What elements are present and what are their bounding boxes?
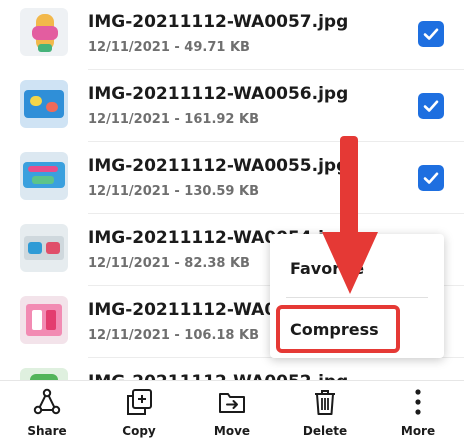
bottom-toolbar: Share Copy Move Delete More (0, 380, 464, 446)
file-meta: 12/11/2021 - 130.59 KB (88, 184, 259, 199)
list-item[interactable]: IMG-20211112-WA0056.jpg 12/11/2021 - 161… (0, 72, 464, 142)
checkbox-checked[interactable] (418, 93, 444, 119)
list-item[interactable]: IMG-20211112-WA0055.jpg 12/11/2021 - 130… (0, 144, 464, 214)
delete-label: Delete (302, 424, 348, 438)
more-label: More (400, 424, 436, 438)
divider (88, 141, 464, 142)
share-icon (33, 388, 61, 415)
image-thumbnail (20, 8, 68, 56)
list-item[interactable]: IMG-20211112-WA0052.jpg (0, 360, 464, 380)
move-button[interactable]: Move (192, 387, 272, 443)
move-label: Move (213, 424, 251, 438)
image-thumbnail (20, 296, 68, 344)
more-vertical-icon (415, 389, 421, 415)
copy-button[interactable]: Copy (99, 387, 179, 443)
copy-label: Copy (122, 424, 156, 438)
trash-icon (315, 390, 335, 415)
image-thumbnail (20, 368, 68, 380)
copy-icon (127, 389, 152, 415)
divider (88, 213, 464, 214)
image-thumbnail (20, 152, 68, 200)
file-meta: 12/11/2021 - 161.92 KB (88, 112, 259, 127)
image-thumbnail (20, 80, 68, 128)
image-thumbnail (20, 224, 68, 272)
file-name: IMG-20211112-WA0056.jpg (88, 84, 349, 104)
delete-button[interactable]: Delete (285, 387, 365, 443)
file-name: IMG-20211112-WA0057.jpg (88, 12, 349, 32)
share-label: Share (27, 424, 67, 438)
more-button[interactable]: More (378, 387, 458, 443)
list-item[interactable]: IMG-20211112-WA0057.jpg 12/11/2021 - 49.… (0, 0, 464, 70)
annotation-arrow-icon (322, 136, 378, 294)
checkmark-icon (423, 28, 439, 40)
move-folder-icon (219, 393, 245, 413)
menu-divider (286, 297, 428, 298)
checkmark-icon (423, 172, 439, 184)
file-meta: 12/11/2021 - 106.18 KB (88, 328, 259, 343)
divider (88, 69, 464, 70)
file-meta: 12/11/2021 - 82.38 KB (88, 256, 250, 271)
checkbox-checked[interactable] (418, 21, 444, 47)
share-button[interactable]: Share (7, 387, 87, 443)
file-meta: 12/11/2021 - 49.71 KB (88, 40, 250, 55)
checkbox-checked[interactable] (418, 165, 444, 191)
checkmark-icon (423, 100, 439, 112)
file-name: IMG-20211112-WA0052.jpg (88, 372, 408, 380)
annotation-highlight-box (276, 305, 400, 353)
